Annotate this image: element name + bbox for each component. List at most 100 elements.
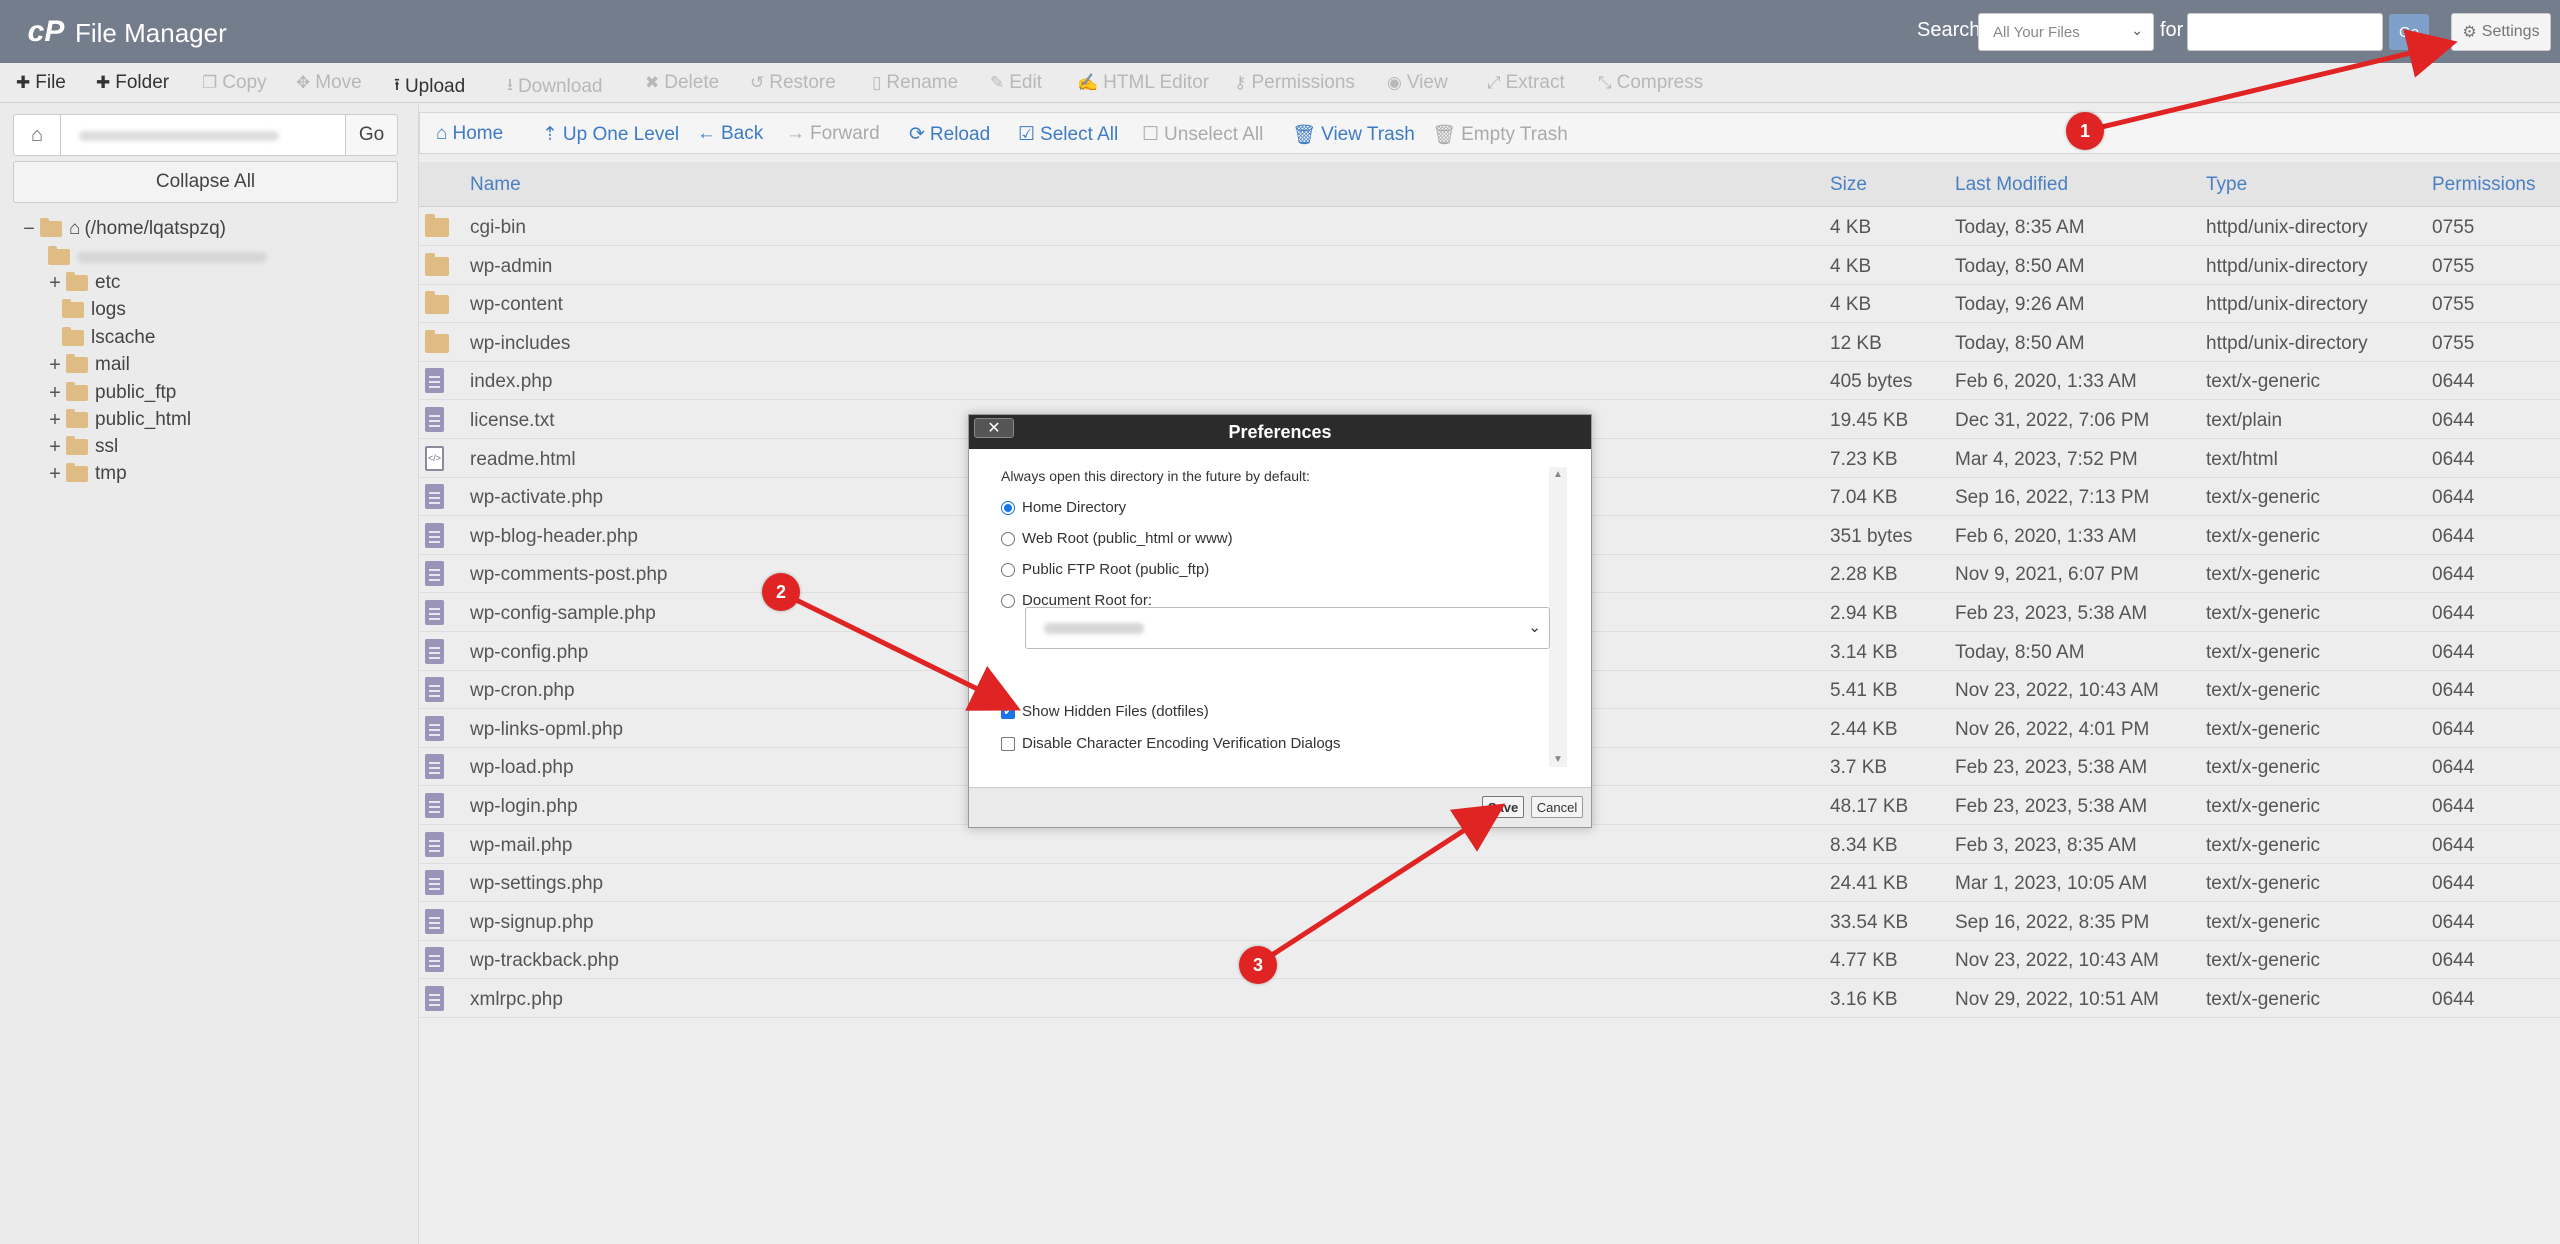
compress-button[interactable]: ⤡ Compress xyxy=(1598,72,1703,94)
view-button[interactable]: ◉ View xyxy=(1387,72,1448,94)
table-row[interactable]: wp-settings.php 24.41 KB Mar 1, 2023, 10:0… xyxy=(419,864,2560,903)
checkbox-icon[interactable] xyxy=(1001,736,1015,751)
select-all-button[interactable]: ☑ Select All xyxy=(1018,123,1118,146)
tree-item-domain[interactable] xyxy=(48,244,267,270)
blurred-path xyxy=(79,131,279,141)
collapse-toggle-icon[interactable]: − xyxy=(22,218,36,241)
home-icon[interactable]: ⌂ xyxy=(13,114,61,156)
path-input[interactable] xyxy=(60,114,346,156)
tree-item-logs[interactable]: logs xyxy=(62,297,126,323)
document-root-select[interactable]: ⌄ xyxy=(1025,607,1550,649)
table-row[interactable]: wp-admin 4 KB Today, 8:50 AM httpd/unix-dir… xyxy=(419,247,2560,285)
tree-root[interactable]: − ⌂ (/home/lqatspzq) xyxy=(22,216,226,242)
copy-button[interactable]: ❐ Copy xyxy=(202,72,267,94)
column-last-modified[interactable]: Last Modified xyxy=(1955,174,2068,196)
column-type[interactable]: Type xyxy=(2206,174,2247,196)
cell-modified: Nov 26, 2022, 4:01 PM xyxy=(1955,718,2150,740)
home-button[interactable]: ⌂ Home xyxy=(436,123,503,145)
edit-button[interactable]: ✎ Edit xyxy=(990,72,1042,94)
extract-button[interactable]: ⤢ Extract xyxy=(1487,72,1565,94)
column-name[interactable]: Name xyxy=(470,174,521,196)
table-row[interactable]: cgi-bin 4 KB Today, 8:35 AM httpd/unix-dire… xyxy=(419,208,2560,246)
option-home-directory[interactable]: Home Directory xyxy=(1001,499,1126,516)
folder-icon xyxy=(66,436,88,455)
option-web-root[interactable]: Web Root (public_html or www) xyxy=(1001,530,1233,547)
dialog-scrollbar[interactable]: ▲ ▼ xyxy=(1549,467,1567,767)
expand-toggle-icon[interactable]: + xyxy=(48,382,62,405)
column-permissions[interactable]: Permissions xyxy=(2432,174,2535,196)
delete-button[interactable]: ✖ Delete xyxy=(645,72,719,94)
empty-trash-button[interactable]: 🗑︎ Empty Trash xyxy=(1432,123,1568,147)
expand-toggle-icon[interactable]: + xyxy=(48,354,62,377)
reload-button[interactable]: ⟳ Reload xyxy=(909,123,990,146)
table-row[interactable]: index.php 405 bytes Feb 6, 2020, 1:33 AM te… xyxy=(419,362,2560,401)
download-button[interactable]: ⭳ Download xyxy=(507,72,602,101)
table-row[interactable]: wp-mail.php 8.34 KB Feb 3, 2023, 8:35 AM te… xyxy=(419,826,2560,864)
expand-toggle-icon[interactable]: + xyxy=(48,409,62,432)
new-folder-label: Folder xyxy=(115,72,170,93)
cell-perm: 0644 xyxy=(2432,989,2475,1010)
option-public-ftp[interactable]: Public FTP Root (public_ftp) xyxy=(1001,561,1209,578)
folder-icon xyxy=(66,463,88,482)
table-row[interactable]: wp-includes 12 KB Today, 8:50 AM httpd/unix… xyxy=(419,324,2560,362)
tree-item-tmp[interactable]: + tmp xyxy=(48,461,127,487)
cell-size: 7.04 KB xyxy=(1830,487,1898,509)
table-row[interactable]: wp-trackback.php 4.77 KB Nov 23, 2022, 10:… xyxy=(419,941,2560,980)
expand-toggle-icon[interactable]: + xyxy=(48,436,62,459)
tree-item-lscache[interactable]: lscache xyxy=(62,325,155,351)
search-input[interactable] xyxy=(2187,13,2383,51)
search-go-button[interactable]: Go xyxy=(2389,14,2429,50)
table-row[interactable]: xmlrpc.php 3.16 KB Nov 29, 2022, 10:51 AM t… xyxy=(419,980,2560,1018)
collapse-all-button[interactable]: Collapse All xyxy=(13,161,398,203)
new-folder-button[interactable]: ✚ Folder xyxy=(96,72,169,94)
scroll-up-icon[interactable]: ▲ xyxy=(1553,469,1563,480)
cell-type: text/x-generic xyxy=(2206,834,2321,856)
cell-name: index.php xyxy=(470,371,553,393)
radio-icon[interactable] xyxy=(1001,593,1015,608)
search-scope-select[interactable]: All Your Files ⌄ xyxy=(1978,13,2154,51)
new-file-button[interactable]: ✚ File xyxy=(16,72,66,94)
up-one-level-button[interactable]: ⇡ Up One Level xyxy=(542,123,679,146)
option-disable-encoding[interactable]: Disable Character Encoding Verification … xyxy=(1001,735,1341,752)
cell-name: wp-load.php xyxy=(470,757,574,779)
folder-icon xyxy=(66,354,88,373)
radio-icon[interactable] xyxy=(1001,531,1015,546)
permissions-button[interactable]: ⚷ Permissions xyxy=(1234,72,1355,94)
tree-item-ssl[interactable]: + ssl xyxy=(48,434,118,460)
scroll-down-icon[interactable]: ▼ xyxy=(1553,754,1563,765)
expand-toggle-icon[interactable]: + xyxy=(48,463,62,486)
save-button[interactable]: Save xyxy=(1482,796,1524,818)
cell-modified: Today, 8:50 AM xyxy=(1955,641,2085,663)
path-go-button[interactable]: Go xyxy=(345,114,398,156)
view-trash-button[interactable]: 🗑︎ View Trash xyxy=(1292,123,1415,147)
move-button[interactable]: ✥ Move xyxy=(296,72,362,94)
html-editor-button[interactable]: ✍ HTML Editor xyxy=(1077,72,1209,94)
tree-item-public-ftp[interactable]: + public_ftp xyxy=(48,380,176,406)
restore-button[interactable]: ↺ Restore xyxy=(750,72,836,94)
cancel-button[interactable]: Cancel xyxy=(1531,796,1583,818)
tree-item-public-html[interactable]: + public_html xyxy=(48,407,191,433)
table-row[interactable]: wp-signup.php 33.54 KB Sep 16, 2022, 8:35 … xyxy=(419,903,2560,941)
up-label: Up One Level xyxy=(562,123,680,145)
tree-item-etc[interactable]: + etc xyxy=(48,270,120,296)
upload-button[interactable]: ⭱ Upload xyxy=(394,72,465,101)
tree-item-mail[interactable]: + mail xyxy=(48,352,130,378)
settings-button[interactable]: ⚙ Settings xyxy=(2451,13,2551,51)
back-button[interactable]: ← Back xyxy=(697,123,763,145)
checkbox-checked-icon[interactable]: ✔ xyxy=(1001,704,1015,719)
table-row[interactable]: wp-content 4 KB Today, 9:26 AM httpd/unix-d… xyxy=(419,285,2560,324)
radio-selected-icon[interactable] xyxy=(1001,500,1015,515)
cell-modified: Today, 9:26 AM xyxy=(1955,294,2085,316)
expand-toggle-icon[interactable]: + xyxy=(48,272,62,295)
cpanel-logo[interactable]: cP xyxy=(24,12,68,52)
cell-perm: 0644 xyxy=(2432,796,2475,817)
cell-modified: Feb 3, 2023, 8:35 AM xyxy=(1955,834,2137,856)
rename-button[interactable]: ▯ Rename xyxy=(872,72,958,94)
forward-button[interactable]: → Forward xyxy=(786,123,880,145)
radio-icon[interactable] xyxy=(1001,562,1015,577)
unselect-all-button[interactable]: ☐ Unselect All xyxy=(1142,123,1263,146)
cell-type: text/x-generic xyxy=(2206,796,2321,817)
option-show-hidden-files[interactable]: ✔ Show Hidden Files (dotfiles) xyxy=(1001,703,1209,720)
column-size[interactable]: Size xyxy=(1830,174,1867,196)
cell-type: text/x-generic xyxy=(2206,718,2321,740)
